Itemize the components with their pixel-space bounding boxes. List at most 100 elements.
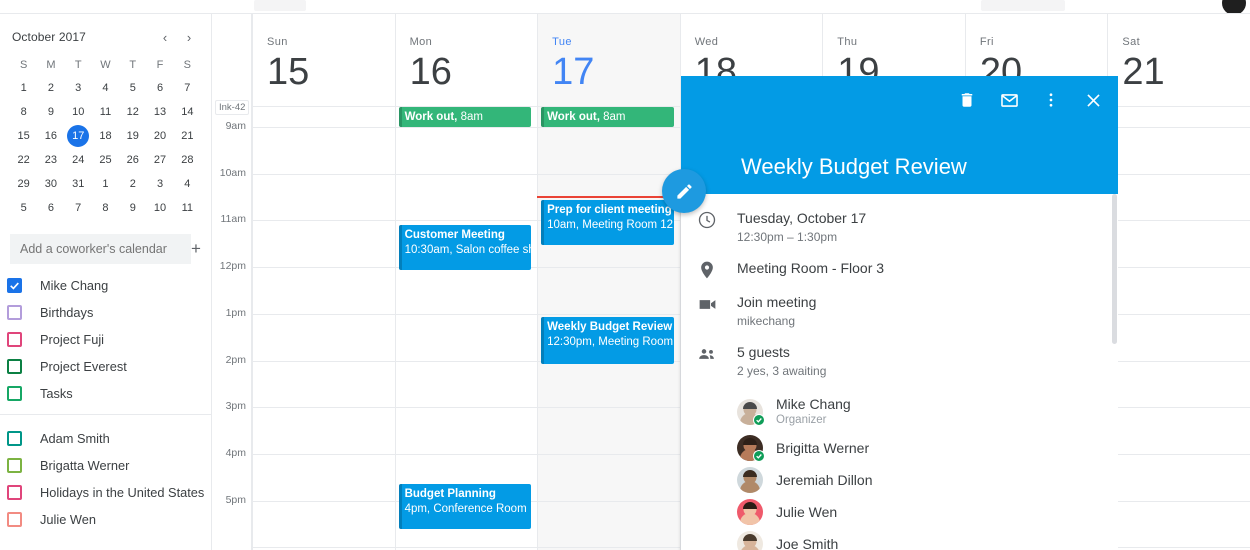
day-header-tue[interactable]: Tue 17 [537, 14, 680, 107]
trash-icon[interactable] [955, 88, 979, 112]
calendar-checkbox[interactable] [7, 485, 22, 500]
calendar-checkbox[interactable] [7, 512, 22, 527]
popup-scrollbar-thumb[interactable] [1112, 194, 1117, 344]
mini-cal-day[interactable]: 9 [119, 196, 146, 220]
mini-cal-day[interactable]: 1 [92, 172, 119, 196]
day-header-number: 21 [1122, 51, 1165, 93]
day-header-sat[interactable]: Sat 21 [1107, 14, 1250, 107]
mini-cal-day[interactable]: 5 [10, 196, 37, 220]
chevron-right-icon[interactable]: › [177, 25, 201, 49]
mini-cal-day[interactable]: 11 [92, 100, 119, 124]
mini-cal-day[interactable]: 10 [146, 196, 173, 220]
add-coworker-calendar-input[interactable] [10, 234, 191, 264]
popup-event-location[interactable]: Meeting Room - Floor 3 [737, 258, 1095, 278]
mini-cal-day-label: 29 [17, 178, 30, 190]
day-header-sun[interactable]: Sun 15 [252, 14, 395, 107]
mini-cal-day[interactable]: 1 [10, 76, 37, 100]
mini-cal-day[interactable]: 31 [65, 172, 92, 196]
mini-cal-day[interactable]: 2 [37, 76, 64, 100]
mini-cal-day[interactable]: 8 [10, 100, 37, 124]
mini-cal-day[interactable]: 13 [146, 100, 173, 124]
mini-cal-day[interactable]: 4 [174, 172, 201, 196]
mini-cal-day[interactable]: 19 [119, 124, 146, 148]
mini-cal-day[interactable]: 3 [146, 172, 173, 196]
mini-cal-day[interactable]: 29 [10, 172, 37, 196]
today-button-partial[interactable] [254, 0, 306, 11]
other-calendar-item-2[interactable]: Holidays in the United States [0, 479, 211, 506]
calendar-checkbox[interactable] [7, 305, 22, 320]
guest-row: Jeremiah Dillon [737, 464, 1111, 496]
popup-meeting-code: mikechang [737, 314, 796, 328]
mini-cal-day[interactable]: 2 [119, 172, 146, 196]
day-header-number: 17 [552, 51, 595, 93]
popup-join-meeting-link[interactable]: Join meeting [737, 292, 1095, 312]
mini-cal-day-label: 4 [102, 82, 109, 94]
mini-cal-day[interactable]: 30 [37, 172, 64, 196]
calendar-checkbox[interactable] [7, 359, 22, 374]
mini-cal-weekday-0: S [19, 59, 28, 71]
mini-cal-day[interactable]: 15 [10, 124, 37, 148]
my-calendar-item-1[interactable]: Birthdays [0, 299, 211, 326]
mini-cal-day[interactable]: 14 [174, 100, 201, 124]
hour-label-12pm: 12pm [219, 260, 246, 273]
mini-cal-day[interactable]: 8 [92, 196, 119, 220]
mini-cal-day[interactable]: 20 [146, 124, 173, 148]
edit-event-button[interactable] [662, 169, 706, 213]
mini-cal-day[interactable]: 22 [10, 148, 37, 172]
mini-cal-day-label: 2 [47, 82, 54, 94]
mini-cal-day[interactable]: 11 [174, 196, 201, 220]
mini-cal-day[interactable]: 25 [92, 148, 119, 172]
calendar-event[interactable]: Customer Meeting 10:30am, Salon coffee sh… [398, 225, 532, 270]
mini-cal-day[interactable]: 26 [119, 148, 146, 172]
kebab-menu-icon[interactable] [1039, 88, 1063, 112]
calendar-checkbox[interactable] [7, 278, 22, 293]
calendar-event[interactable]: Weekly Budget Review 12:30pm, Meeting Roo… [541, 317, 674, 364]
mini-cal-day[interactable]: 24 [65, 148, 92, 172]
view-switcher-partial[interactable] [981, 0, 1065, 11]
hour-label-9am: 9am [225, 120, 246, 132]
mini-cal-day[interactable]: 28 [174, 148, 201, 172]
calendar-event[interactable]: Work out, 8am [398, 107, 532, 127]
other-calendar-item-0[interactable]: Adam Smith [0, 425, 211, 452]
calendar-event[interactable]: Budget Planning 4pm, Conference Room [398, 484, 532, 529]
mini-cal-day[interactable]: 5 [119, 76, 146, 100]
mini-cal-day[interactable]: 16 [37, 124, 64, 148]
chevron-left-icon[interactable]: ‹ [153, 25, 177, 49]
calendar-name: Project Fuji [40, 332, 105, 347]
day-header-mon[interactable]: Mon 16 [394, 14, 538, 107]
mini-cal-day[interactable]: 27 [146, 148, 173, 172]
envelope-icon[interactable] [997, 88, 1021, 112]
other-calendar-item-1[interactable]: Brigatta Werner [0, 452, 211, 479]
mini-cal-day[interactable]: 4 [92, 76, 119, 100]
mini-cal-day[interactable]: 6 [37, 196, 64, 220]
my-calendar-item-4[interactable]: Tasks [0, 380, 211, 407]
calendar-checkbox[interactable] [7, 332, 22, 347]
mini-cal-day[interactable]: 6 [146, 76, 173, 100]
mini-cal-weekday-2: T [74, 59, 82, 71]
mini-cal-day[interactable]: 9 [37, 100, 64, 124]
mini-cal-day[interactable]: 3 [65, 76, 92, 100]
mini-cal-day[interactable]: 10 [65, 100, 92, 124]
calendar-checkbox[interactable] [7, 458, 22, 473]
mini-cal-day[interactable]: 23 [37, 148, 64, 172]
other-calendars-list: Adam Smith Brigatta Werner Holidays in the… [0, 414, 211, 533]
my-calendar-item-0[interactable]: Mike Chang [0, 272, 211, 299]
add-calendar-plus-icon[interactable]: + [191, 234, 201, 264]
mini-cal-day[interactable]: 7 [174, 76, 201, 100]
calendar-checkbox[interactable] [7, 431, 22, 446]
mini-cal-day[interactable]: 7 [65, 196, 92, 220]
my-calendar-item-2[interactable]: Project Fuji [0, 326, 211, 353]
calendar-event[interactable]: Prep for client meeting 10am, Meeting Roo… [541, 200, 674, 245]
other-calendar-item-3[interactable]: Julie Wen [0, 506, 211, 533]
popup-event-date: Tuesday, October 17 [737, 210, 867, 226]
calendar-checkbox[interactable] [7, 386, 22, 401]
mini-cal-day[interactable]: 18 [92, 124, 119, 148]
mini-cal-day[interactable]: 17 [65, 124, 92, 148]
calendar-event[interactable]: Work out, 8am [541, 107, 674, 127]
day-header-weekday: Fri [979, 36, 994, 48]
my-calendar-item-3[interactable]: Project Everest [0, 353, 211, 380]
mini-cal-day[interactable]: 12 [119, 100, 146, 124]
close-icon[interactable] [1081, 88, 1105, 112]
mini-cal-day[interactable]: 21 [174, 124, 201, 148]
popup-scrollbar[interactable] [1111, 194, 1118, 550]
